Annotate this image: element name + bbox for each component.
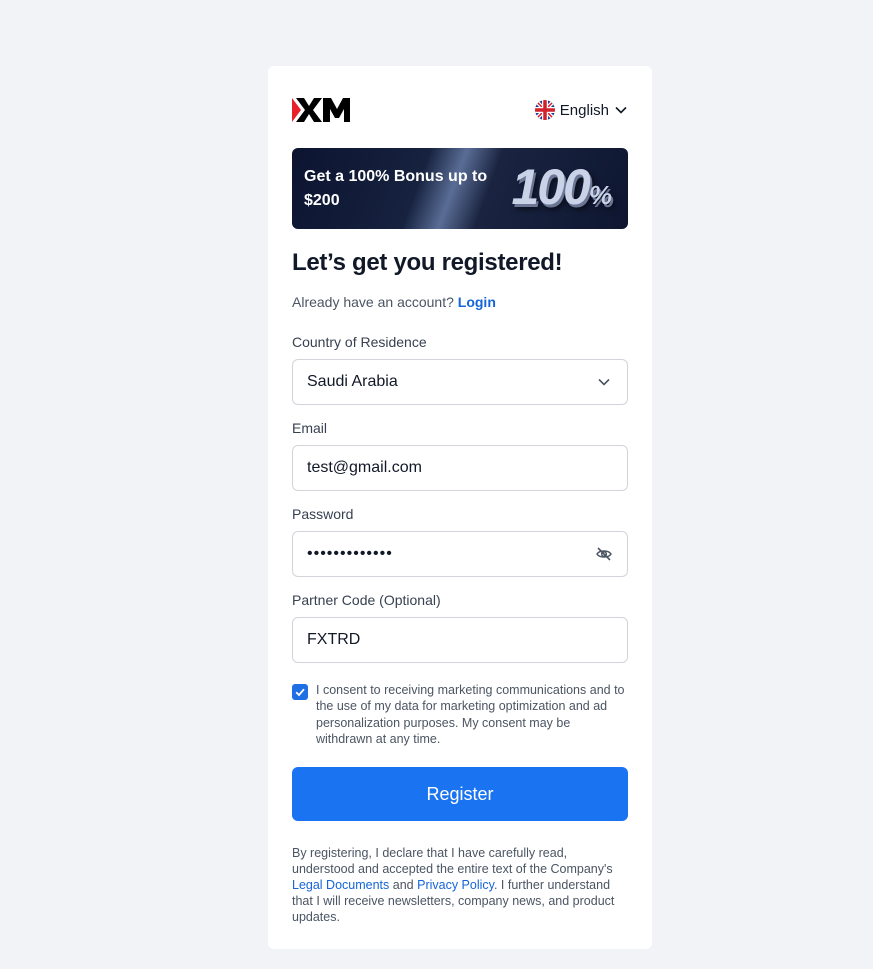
partner-code-value: FXTRD xyxy=(307,631,361,648)
uk-flag-icon xyxy=(534,100,555,120)
chevron-down-icon xyxy=(615,106,627,114)
already-text: Already have an account? xyxy=(292,294,454,310)
xm-logo-icon xyxy=(292,98,350,122)
country-value: Saudi Arabia xyxy=(307,373,398,390)
bonus-banner[interactable]: Get a 100% Bonus up to $200 100% xyxy=(292,148,628,229)
banner-100-graphic: 100% xyxy=(511,158,612,224)
legal-disclaimer: By registering, I declare that I have ca… xyxy=(292,845,632,925)
legal-text-part1: By registering, I declare that I have ca… xyxy=(292,846,613,876)
chevron-down-icon xyxy=(595,373,613,391)
email-value: test@gmail.com xyxy=(307,459,422,476)
register-button[interactable]: Register xyxy=(292,767,628,821)
country-label: Country of Residence xyxy=(292,334,427,350)
email-field[interactable]: test@gmail.com xyxy=(292,445,628,491)
partner-code-label: Partner Code (Optional) xyxy=(292,592,441,608)
checkmark-icon xyxy=(295,688,305,697)
already-have-account: Already have an account? Login xyxy=(292,294,496,310)
country-select[interactable]: Saudi Arabia xyxy=(292,359,628,405)
page-title: Let’s get you registered! xyxy=(292,249,563,276)
password-label: Password xyxy=(292,506,354,522)
privacy-policy-link[interactable]: Privacy Policy xyxy=(417,878,494,892)
partner-code-field[interactable]: FXTRD xyxy=(292,617,628,663)
legal-and: and xyxy=(392,878,414,892)
banner-text: Get a 100% Bonus up to $200 xyxy=(304,168,488,209)
login-link[interactable]: Login xyxy=(458,294,496,310)
banner-big-percent: % xyxy=(588,180,612,210)
consent-row: I consent to receiving marketing communi… xyxy=(292,682,628,747)
password-value: ••••••••••••• xyxy=(307,545,393,562)
language-selector[interactable]: English xyxy=(534,100,628,120)
xm-logo[interactable] xyxy=(292,98,352,122)
banner-big-number: 100 xyxy=(511,159,590,215)
eye-off-icon[interactable] xyxy=(595,545,613,563)
registration-card: English Get a 100% Bonus up to $200 100%… xyxy=(268,66,652,949)
top-bar: English xyxy=(292,96,628,124)
consent-text: I consent to receiving marketing communi… xyxy=(316,683,625,746)
language-label: English xyxy=(559,101,609,119)
password-field[interactable]: ••••••••••••• xyxy=(292,531,628,577)
legal-documents-link[interactable]: Legal Documents xyxy=(292,878,389,892)
email-label: Email xyxy=(292,420,328,436)
consent-checkbox[interactable] xyxy=(292,684,308,700)
